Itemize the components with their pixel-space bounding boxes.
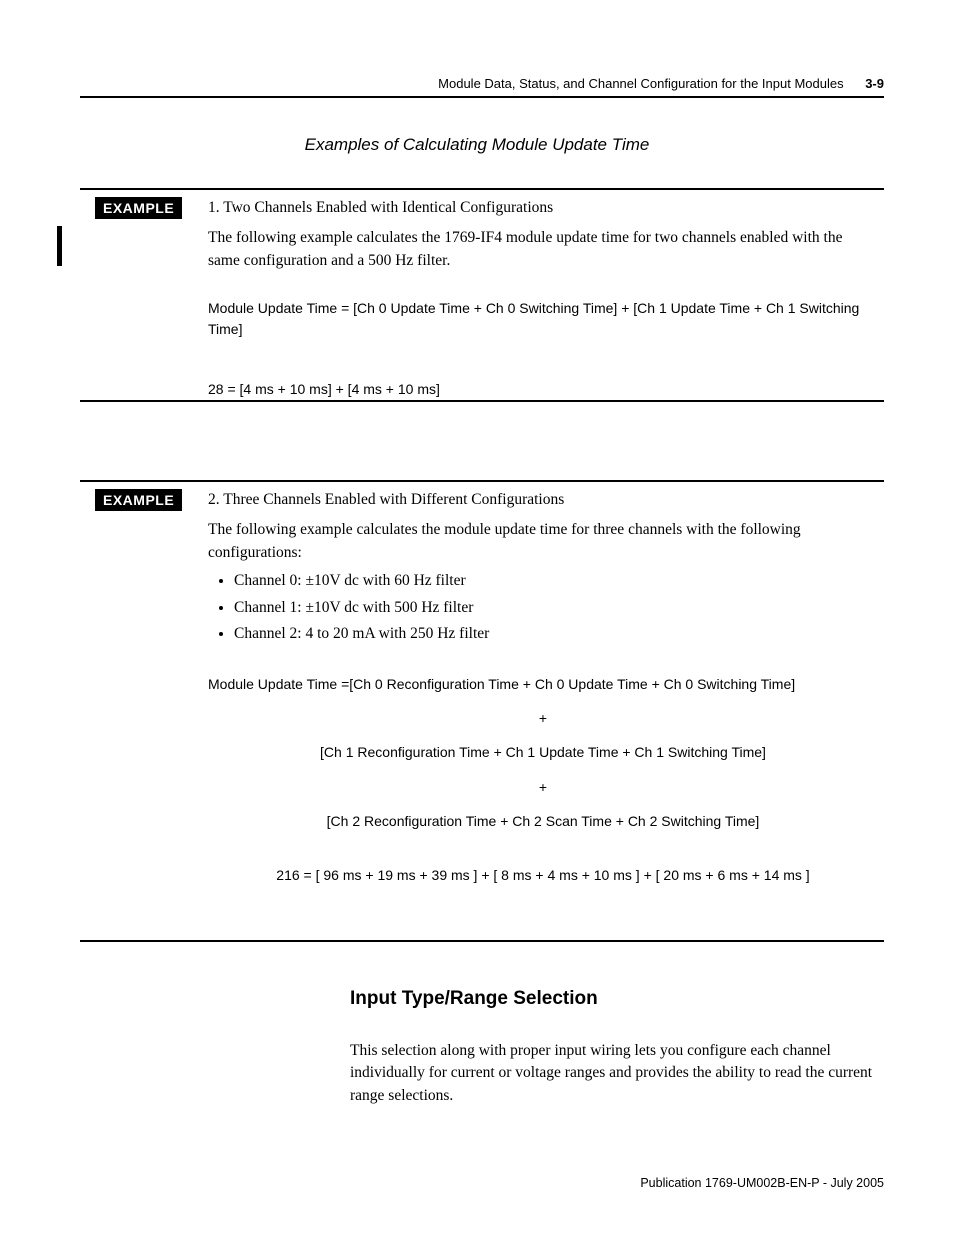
example-2-title: 2. Three Channels Enabled with Different… <box>208 489 878 511</box>
example-1-box: EXAMPLE 1. Two Channels Enabled with Ide… <box>80 188 884 402</box>
section-body: This selection along with proper input w… <box>350 1040 884 1107</box>
plus-sign: + <box>208 777 878 797</box>
revision-bar <box>57 226 62 266</box>
section-heading: Input Type/Range Selection <box>350 988 598 1010</box>
list-item: Channel 2: 4 to 20 mA with 250 Hz filter <box>234 623 878 645</box>
list-item: Channel 1: ±10V dc with 500 Hz filter <box>234 597 878 619</box>
example-2-formula-line2: [Ch 1 Reconfiguration Time + Ch 1 Update… <box>208 742 878 762</box>
example-1-result: 28 = [4 ms + 10 ms] + [4 ms + 10 ms] <box>208 379 878 399</box>
header-rule <box>80 96 884 98</box>
examples-subhead: Examples of Calculating Module Update Ti… <box>0 135 954 155</box>
example-2-bullets: Channel 0: ±10V dc with 60 Hz filter Cha… <box>212 570 878 645</box>
publication-footer: Publication 1769-UM002B-EN-P - July 2005 <box>640 1176 884 1190</box>
example-2-result: 216 = [ 96 ms + 19 ms + 39 ms ] + [ 8 ms… <box>208 865 878 885</box>
plus-sign: + <box>208 708 878 728</box>
example-2-intro: The following example calculates the mod… <box>208 519 878 564</box>
example-label: EXAMPLE <box>95 197 182 219</box>
page-number: 3-9 <box>865 76 884 91</box>
example-2-formula-line3: [Ch 2 Reconfiguration Time + Ch 2 Scan T… <box>208 811 878 831</box>
example-2-formula-line1: Module Update Time =[Ch 0 Reconfiguratio… <box>208 674 878 694</box>
example-1-formula: Module Update Time = [Ch 0 Update Time +… <box>208 298 878 339</box>
example-1-intro: The following example calculates the 176… <box>208 227 878 272</box>
list-item: Channel 0: ±10V dc with 60 Hz filter <box>234 570 878 592</box>
example-2-box: EXAMPLE 2. Three Channels Enabled with D… <box>80 480 884 942</box>
example-label: EXAMPLE <box>95 489 182 511</box>
example-2-content: 2. Three Channels Enabled with Different… <box>208 489 878 886</box>
example-1-content: 1. Two Channels Enabled with Identical C… <box>208 197 878 399</box>
example-1-formulas: Module Update Time = [Ch 0 Update Time +… <box>208 298 878 399</box>
page: Module Data, Status, and Channel Configu… <box>0 0 954 1235</box>
example-1-title: 1. Two Channels Enabled with Identical C… <box>208 197 878 219</box>
example-2-formulas: Module Update Time =[Ch 0 Reconfiguratio… <box>208 674 878 886</box>
running-header: Module Data, Status, and Channel Configu… <box>80 76 884 95</box>
running-title: Module Data, Status, and Channel Configu… <box>438 76 843 91</box>
